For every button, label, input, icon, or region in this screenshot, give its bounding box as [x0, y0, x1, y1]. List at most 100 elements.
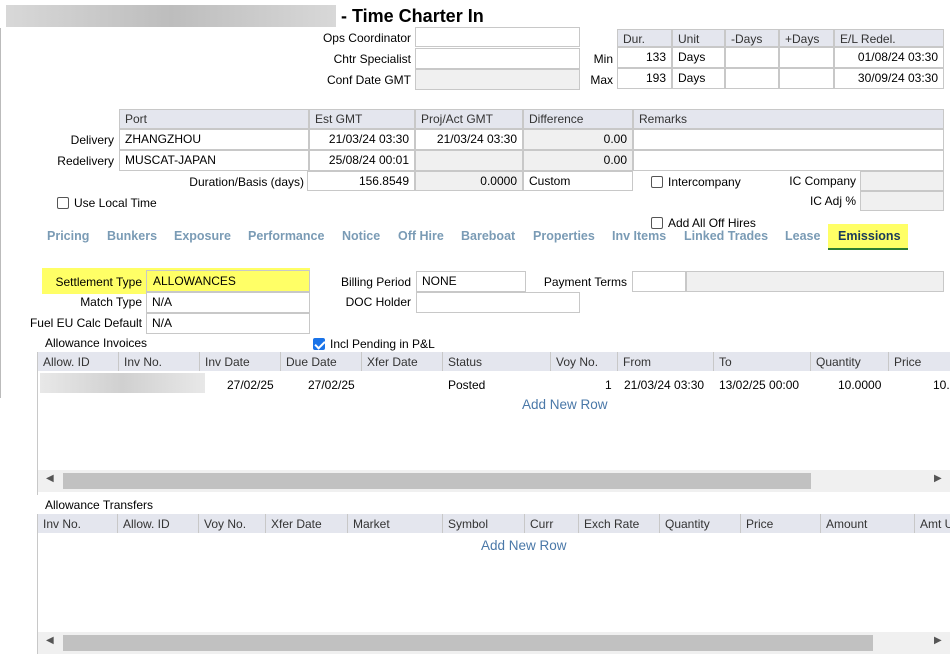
max-unit-field[interactable]: Days	[672, 68, 725, 89]
col-due-date[interactable]: Due Date	[281, 352, 362, 371]
chtr-specialist-field[interactable]	[415, 48, 580, 69]
plus-days-header: +Days	[779, 29, 834, 47]
tab-lease[interactable]: Lease	[785, 229, 820, 243]
col-exch-rate[interactable]: Exch Rate	[579, 514, 660, 533]
col-amt-usd[interactable]: Amt U	[915, 514, 950, 533]
scroll-left-icon[interactable]: ◀	[46, 635, 54, 646]
col-curr[interactable]: Curr	[525, 514, 579, 533]
scroll-left-icon[interactable]: ◀	[46, 473, 54, 484]
add-all-off-hires-checkbox[interactable]	[651, 217, 663, 229]
col-xfer-date[interactable]: Xfer Date	[266, 514, 348, 533]
proj-act-gmt-header: Proj/Act GMT	[415, 109, 523, 129]
invoice-quantity[interactable]: 10.0000	[838, 378, 881, 392]
conf-date-gmt-field[interactable]	[415, 69, 580, 90]
col-voy-no[interactable]: Voy No.	[551, 352, 618, 371]
invoice-price[interactable]: 10.	[933, 378, 950, 392]
tab-inv-items[interactable]: Inv Items	[612, 229, 666, 243]
use-local-time-label: Use Local Time	[74, 196, 157, 210]
invoice-inv-date[interactable]: 27/02/25	[227, 378, 274, 392]
intercompany-checkbox[interactable]	[651, 176, 663, 188]
delivery-est-gmt-field[interactable]: 21/03/24 03:30	[309, 129, 415, 150]
col-inv-no[interactable]: Inv No.	[119, 352, 200, 371]
col-quantity[interactable]: Quantity	[811, 352, 889, 371]
redelivery-proj-gmt-field[interactable]	[415, 150, 523, 171]
incl-pending-label: Incl Pending in P&L	[330, 337, 435, 351]
ic-company-field[interactable]	[860, 171, 944, 191]
add-all-off-hires-label: Add All Off Hires	[668, 216, 756, 230]
tab-bunkers[interactable]: Bunkers	[107, 229, 157, 243]
max-label: Max	[590, 73, 613, 87]
col-price[interactable]: Price	[889, 352, 950, 371]
tab-bareboat[interactable]: Bareboat	[461, 229, 515, 243]
max-minus-days-field[interactable]	[725, 68, 779, 89]
col-inv-no[interactable]: Inv No.	[38, 514, 118, 533]
min-redel-field[interactable]: 01/08/24 03:30	[834, 47, 944, 68]
invoice-row-redacted	[40, 373, 205, 393]
col-quantity[interactable]: Quantity	[660, 514, 741, 533]
incl-pending-checkbox[interactable]	[313, 338, 325, 350]
scroll-thumb[interactable]	[63, 635, 873, 651]
col-symbol[interactable]: Symbol	[443, 514, 525, 533]
allowance-invoices-grid: Allow. ID Inv No. Inv Date Due Date Xfer…	[37, 352, 950, 495]
tab-notice[interactable]: Notice	[342, 229, 380, 243]
est-gmt-header: Est GMT	[309, 109, 415, 129]
col-status[interactable]: Status	[443, 352, 551, 371]
max-redel-field[interactable]: 30/09/24 03:30	[834, 68, 944, 89]
add-new-row-transfers[interactable]: Add New Row	[481, 538, 567, 553]
col-market[interactable]: Market	[348, 514, 443, 533]
scroll-right-icon[interactable]: ▶	[934, 635, 942, 646]
add-new-row-invoices[interactable]: Add New Row	[522, 397, 608, 412]
doc-holder-field[interactable]	[416, 292, 580, 313]
conf-date-gmt-label: Conf Date GMT	[326, 73, 411, 87]
fuel-eu-calc-default-field[interactable]: N/A	[146, 313, 310, 334]
billing-period-field[interactable]: NONE	[416, 271, 526, 292]
max-plus-days-field[interactable]	[779, 68, 834, 89]
ic-adj-field[interactable]	[860, 191, 944, 211]
min-dur-field[interactable]: 133	[617, 47, 672, 68]
col-from[interactable]: From	[618, 352, 714, 371]
page-title: - Time Charter In	[341, 6, 484, 26]
min-minus-days-field[interactable]	[725, 47, 779, 68]
transfers-horizontal-scrollbar[interactable]: ◀ ▶	[38, 632, 950, 654]
redelivery-port-field[interactable]: MUSCAT-JAPAN	[119, 150, 309, 171]
delivery-remarks-field[interactable]	[633, 129, 944, 150]
delivery-port-field[interactable]: ZHANGZHOU	[119, 129, 309, 150]
delivery-proj-gmt-field[interactable]: 21/03/24 03:30	[415, 129, 523, 150]
tab-emissions[interactable]: Emissions	[838, 229, 901, 243]
min-label: Min	[593, 52, 613, 66]
ops-coordinator-field[interactable]	[415, 27, 580, 47]
allowance-transfers-title: Allowance Transfers	[45, 498, 154, 512]
duration-days-field[interactable]: 156.8549	[307, 171, 415, 191]
col-voy-no[interactable]: Voy No.	[199, 514, 266, 533]
scroll-right-icon[interactable]: ▶	[934, 473, 942, 484]
tab-performance[interactable]: Performance	[248, 229, 324, 243]
min-unit-field[interactable]: Days	[672, 47, 725, 68]
match-type-field[interactable]: N/A	[146, 292, 310, 313]
col-amount[interactable]: Amount	[821, 514, 915, 533]
tab-pricing[interactable]: Pricing	[47, 229, 89, 243]
basis-type-field[interactable]: Custom	[523, 171, 633, 191]
col-allow-id[interactable]: Allow. ID	[118, 514, 199, 533]
col-inv-date[interactable]: Inv Date	[200, 352, 281, 371]
scroll-thumb[interactable]	[63, 473, 811, 489]
redelivery-remarks-field[interactable]	[633, 150, 944, 171]
tab-properties[interactable]: Properties	[533, 229, 595, 243]
tab-exposure[interactable]: Exposure	[174, 229, 231, 243]
invoice-due-date[interactable]: 27/02/25	[308, 378, 355, 392]
col-xfer-date[interactable]: Xfer Date	[362, 352, 443, 371]
col-allow-id[interactable]: Allow. ID	[38, 352, 119, 371]
tab-off-hire[interactable]: Off Hire	[398, 229, 444, 243]
min-plus-days-field[interactable]	[779, 47, 834, 68]
invoice-to[interactable]: 13/02/25 00:00	[719, 378, 799, 392]
invoice-from[interactable]: 21/03/24 03:30	[624, 378, 704, 392]
max-dur-field[interactable]: 193	[617, 68, 672, 89]
tab-linked-trades[interactable]: Linked Trades	[684, 229, 768, 243]
redelivery-est-gmt-field[interactable]: 25/08/24 00:01	[309, 150, 415, 171]
col-to[interactable]: To	[714, 352, 811, 371]
invoices-horizontal-scrollbar[interactable]: ◀ ▶	[38, 470, 950, 492]
use-local-time-checkbox[interactable]	[57, 197, 69, 209]
invoice-status[interactable]: Posted	[448, 378, 485, 392]
invoice-voy-no[interactable]: 1	[605, 378, 612, 392]
payment-terms-field[interactable]	[632, 271, 686, 292]
col-price[interactable]: Price	[741, 514, 821, 533]
